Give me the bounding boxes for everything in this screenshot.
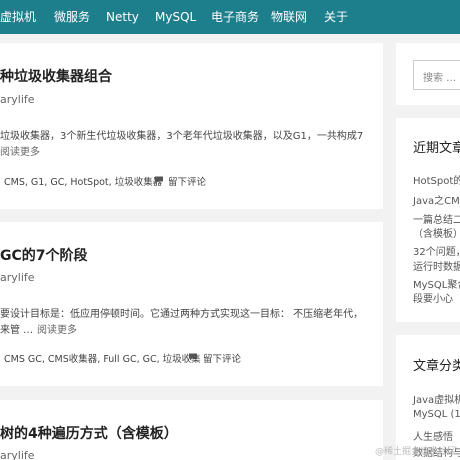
post-card: GC的7个阶段 arylife 要设计目标是：低应用停顿时间。它通过两种方式实现…: [0, 222, 383, 386]
recent-post-link[interactable]: （含模板）: [413, 225, 460, 240]
read-more-link[interactable]: 阅读更多: [37, 321, 77, 336]
post-author[interactable]: arylife: [0, 93, 35, 106]
recent-post-link[interactable]: 一篇总结二: [413, 211, 460, 226]
nav-item-about[interactable]: 关于: [324, 0, 348, 34]
post-author[interactable]: arylife: [0, 449, 35, 460]
recent-post-link[interactable]: MySQL聚合: [413, 276, 460, 291]
search-input[interactable]: 搜索 …: [413, 60, 460, 90]
comment-icon: [189, 353, 197, 361]
search-widget: 搜索 …: [396, 43, 460, 105]
recent-posts-widget: 近期文章 HotSpot的 Java之CMS 一篇总结二 （含模板） 32个问题…: [396, 118, 460, 322]
search-placeholder: 搜索 …: [423, 73, 457, 84]
category-link[interactable]: Java虚拟机: [413, 391, 460, 406]
post-excerpt: 要设计目标是：低应用停顿时间。它通过两种方式实现这一目标： 不压缩老年代，: [0, 309, 364, 320]
post-card: 树的4种遍历方式（含模板） arylife: [0, 400, 383, 460]
post-tags[interactable]: CMS, G1, GC, HotSpot, 垃圾收集器: [4, 174, 162, 188]
categories-heading: 文章分类: [413, 359, 460, 374]
post-author[interactable]: arylife: [0, 271, 35, 284]
recent-post-link[interactable]: HotSpot的: [413, 172, 460, 187]
recent-post-link[interactable]: 32个问题，: [413, 243, 460, 258]
watermark: @稀土掘金技术社区: [374, 447, 456, 457]
nav-item-iot[interactable]: 物联网: [271, 0, 307, 34]
post-title[interactable]: 树的4种遍历方式（含模板）: [0, 423, 178, 443]
leave-comment-link[interactable]: 留下评论: [203, 351, 241, 365]
read-more-link[interactable]: 阅读更多: [0, 143, 40, 158]
recent-post-link[interactable]: Java之CMS: [413, 192, 460, 207]
leave-comment-link[interactable]: 留下评论: [168, 174, 206, 188]
nav-item-mysql[interactable]: MySQL: [155, 0, 196, 34]
post-excerpt-continued: 来管 …: [0, 325, 34, 336]
post-tags[interactable]: CMS GC, CMS收集器, Full GC, GC, 垃圾收集: [4, 351, 201, 365]
nav-item-jvm[interactable]: 虚拟机: [0, 0, 36, 34]
recent-post-link[interactable]: 段要小心: [413, 290, 453, 305]
recent-post-link[interactable]: 运行时数据: [413, 258, 460, 273]
post-card: 种垃圾收集器组合 arylife 垃圾收集器，3个新生代垃圾收集器，3个老年代垃…: [0, 43, 383, 209]
post-excerpt: 垃圾收集器，3个新生代垃圾收集器，3个老年代垃圾收集器，以及G1，一共构成7: [0, 131, 364, 142]
categories-widget: 文章分类 Java虚拟机 MySQL (1) 人生感悟 数据结构与: [396, 335, 460, 460]
post-title[interactable]: 种垃圾收集器组合: [0, 66, 112, 86]
nav-item-ecommerce[interactable]: 电子商务: [211, 0, 259, 34]
recent-posts-heading: 近期文章: [413, 141, 460, 156]
top-nav: 虚拟机 微服务 Netty MySQL 电子商务 物联网 关于: [0, 0, 460, 34]
post-title[interactable]: GC的7个阶段: [0, 245, 88, 265]
nav-item-netty[interactable]: Netty: [106, 0, 139, 34]
nav-item-microservices[interactable]: 微服务: [54, 0, 90, 34]
category-link[interactable]: 人生感悟: [413, 428, 453, 443]
category-link[interactable]: MySQL (1): [413, 409, 460, 420]
comment-icon: [155, 176, 163, 184]
